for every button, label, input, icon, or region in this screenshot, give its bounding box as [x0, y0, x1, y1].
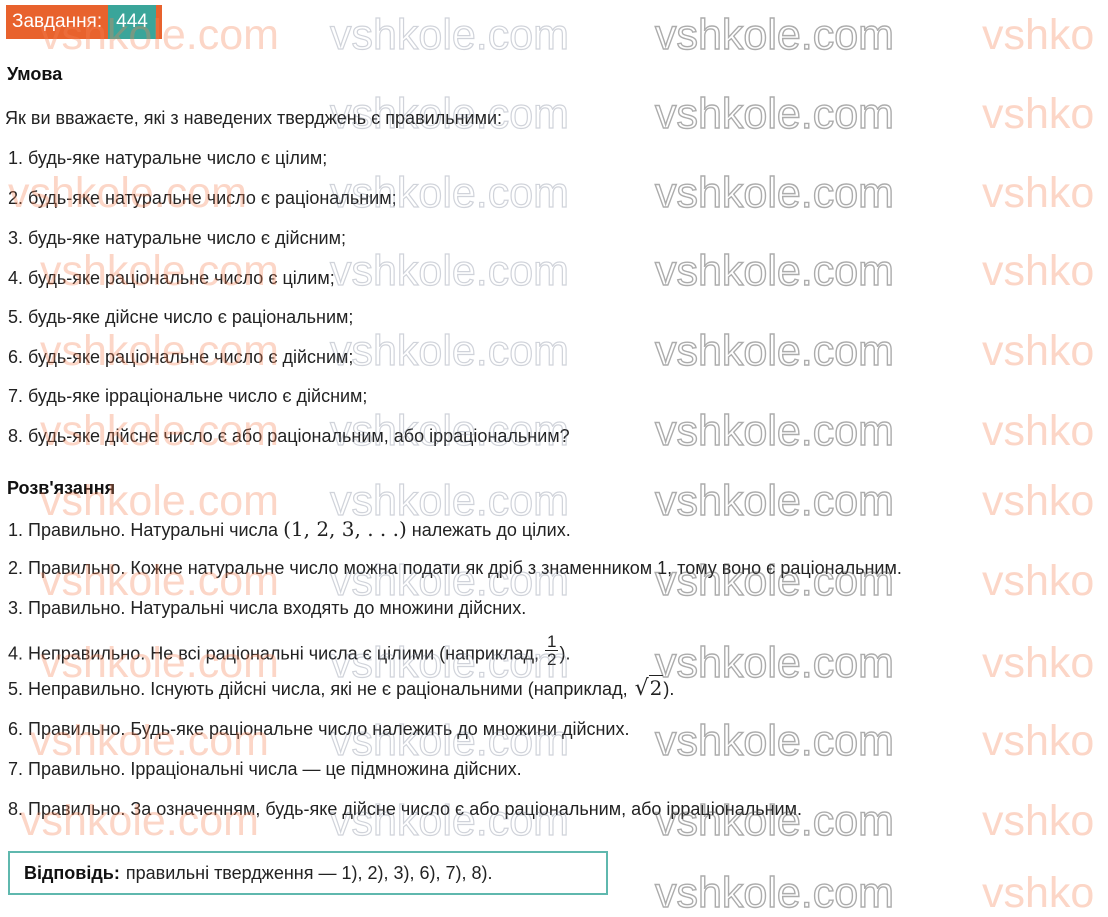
- condition-item-2: 2. будь-яке натуральне число є раціональ…: [8, 188, 397, 208]
- condition-heading: Умова: [7, 64, 63, 84]
- solution-line-7: 7. Правильно. Ірраціональні числа — це п…: [8, 759, 522, 779]
- solution-line-1-before: 1. Правильно. Натуральні числа: [8, 520, 284, 540]
- solution-line-6: 6. Правильно. Будь-яке раціональне число…: [8, 719, 630, 739]
- condition-item-4: 4. будь-яке раціональне число є цілим;: [8, 268, 335, 288]
- natural-numbers-set: (1, 2, 3, . . .): [283, 517, 407, 541]
- solution-line-4-after: ).: [559, 643, 571, 664]
- fraction-numerator: 1: [545, 632, 559, 651]
- solution-heading: Розв'язання: [7, 478, 116, 498]
- sqrt-two: √2: [633, 675, 664, 701]
- task-page: Завдання: 444 Умова Як ви вважаєте, які …: [0, 0, 1108, 905]
- solution-line-8: 8. Правильно. За означенням, будь-яке ді…: [8, 799, 802, 819]
- solution-line-1: 1. Правильно. Натуральні числа (1, 2, 3,…: [8, 518, 571, 541]
- solution-line-5-before: 5. Неправильно. Існують дійсні числа, як…: [8, 679, 633, 699]
- fraction-one-half: 12: [545, 632, 559, 669]
- solution-line-4: 4. Неправильно. Не всі раціональні числа…: [8, 633, 571, 672]
- solution-line-5: 5. Неправильно. Існують дійсні числа, як…: [8, 675, 675, 701]
- task-label: Завдання:: [6, 5, 109, 39]
- condition-item-7: 7. будь-яке ірраціональне число є дійсни…: [8, 386, 368, 406]
- answer-label: Відповідь:: [24, 862, 120, 883]
- answer-box: Відповідь: правильні твердження — 1), 2),…: [8, 851, 608, 895]
- condition-item-8: 8. будь-яке дійсне число є або раціональ…: [8, 426, 570, 446]
- solution-line-5-after: ).: [663, 679, 675, 699]
- sqrt-sign: √: [634, 676, 649, 701]
- answer-text: правильні твердження — 1), 2), 3), 6), 7…: [125, 862, 493, 883]
- task-badge: Завдання: 444: [6, 5, 162, 39]
- solution-line-3: 3. Правильно. Натуральні числа входять д…: [8, 598, 527, 618]
- condition-item-5: 5. будь-яке дійсне число є раціональним;: [8, 307, 354, 327]
- fraction-denominator: 2: [547, 650, 557, 669]
- solution-line-2: 2. Правильно. Кожне натуральне число мож…: [8, 558, 902, 578]
- condition-intro: Як ви вважаєте, які з наведених тверджен…: [5, 108, 502, 128]
- condition-item-6: 6. будь-яке раціональне число є дійсним;: [8, 347, 354, 367]
- condition-item-3: 3. будь-яке натуральне число є дійсним;: [8, 228, 346, 248]
- sqrt-radicand: 2: [648, 675, 664, 700]
- solution-line-1-after: належать до цілих.: [406, 520, 571, 540]
- task-number: 444: [108, 5, 162, 39]
- condition-item-1: 1. будь-яке натуральне число є цілим;: [8, 148, 328, 168]
- solution-line-4-before: 4. Неправильно. Не всі раціональні числа…: [8, 643, 545, 664]
